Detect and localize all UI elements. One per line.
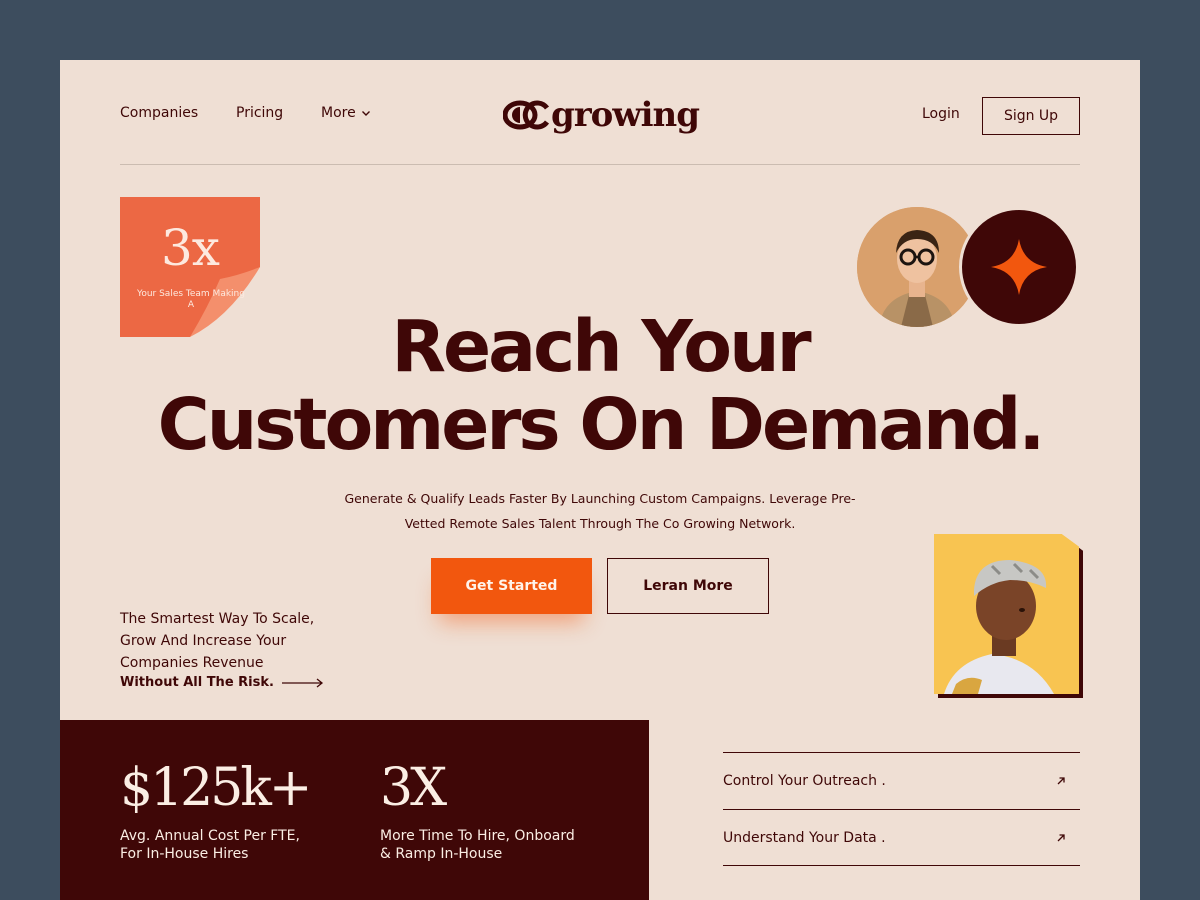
sparkle-star-icon (991, 239, 1047, 295)
stats-panel: $125k+ Avg. Annual Cost Per FTE, For In-… (60, 720, 649, 900)
hero-headline-line2: Customers On Demand. (157, 383, 1046, 466)
arrow-right-icon (281, 677, 323, 688)
arrow-up-right-icon (1057, 833, 1065, 841)
chevron-down-icon (361, 111, 370, 116)
link-understand-data[interactable]: Understand Your Data . (723, 809, 1080, 866)
link-control-outreach[interactable]: Control Your Outreach . (723, 752, 1080, 809)
link-understand-data-label: Understand Your Data . (723, 829, 886, 846)
hero-headline-line1: Reach Your (391, 305, 811, 388)
nav-more[interactable]: More (321, 105, 371, 121)
get-started-button[interactable]: Get Started (431, 558, 592, 614)
nav-companies[interactable]: Companies (120, 105, 198, 121)
person-illustration (934, 534, 1079, 694)
nav-divider (120, 164, 1080, 165)
arrow-up-right-icon (1057, 777, 1065, 785)
login-link[interactable]: Login (922, 106, 960, 122)
hero-subtext: Generate & Qualify Leads Faster By Launc… (344, 491, 856, 531)
note-value: 3x (160, 219, 220, 277)
tagline-bold-text: Without All The Risk. (120, 675, 274, 690)
stat-value-cost: $125k+ (120, 758, 312, 818)
tagline-text: The Smartest Way To Scale, Grow And Incr… (120, 611, 315, 671)
link-control-outreach-label: Control Your Outreach . (723, 773, 886, 789)
nav-pricing[interactable]: Pricing (236, 105, 283, 121)
logo-mark-icon (503, 100, 550, 130)
photo-young-man-cap (934, 534, 1079, 694)
nav-more-label: More (321, 105, 356, 121)
stat-value-time: 3X (380, 758, 447, 818)
hero-headline: Reach Your Customers On Demand. (60, 308, 1140, 464)
signup-button[interactable]: Sign Up (982, 97, 1080, 135)
stat-desc-cost: Avg. Annual Cost Per FTE, For In-House H… (120, 828, 300, 862)
logo[interactable]: growing (503, 90, 700, 140)
logo-text: growing (551, 95, 700, 135)
learn-more-button[interactable]: Leran More (607, 558, 769, 614)
stat-desc-time: More Time To Hire, Onboard & Ramp In-Hou… (380, 828, 575, 862)
landing-card: Companies Pricing More growing Login Sig… (60, 60, 1140, 900)
tagline-link[interactable]: Without All The Risk. (120, 675, 324, 690)
